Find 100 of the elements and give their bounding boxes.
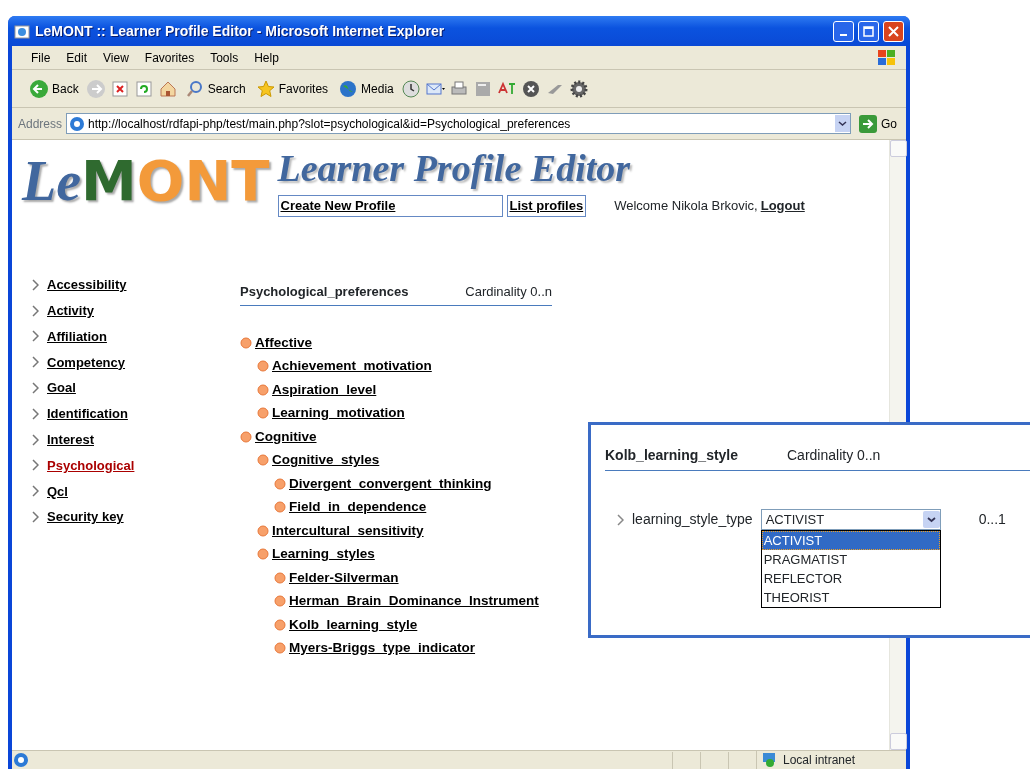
- welcome-text: Welcome Nikola Brkovic,: [614, 197, 758, 215]
- menu-item[interactable]: Help: [247, 48, 286, 67]
- list-profiles-link[interactable]: List profiles: [506, 195, 587, 217]
- logout-link[interactable]: Logout: [760, 196, 805, 216]
- bullet-icon: [257, 360, 269, 373]
- tree-item[interactable]: Achievement_motivation: [257, 354, 552, 378]
- refresh-icon[interactable]: [133, 78, 154, 99]
- tree-item[interactable]: Affective: [240, 331, 552, 355]
- address-label: Address: [18, 115, 63, 133]
- bullet-icon: [274, 571, 286, 584]
- tree-item[interactable]: Learning_styles: [257, 542, 552, 566]
- sidebar-item[interactable]: Interest: [32, 426, 240, 453]
- sidebar-item[interactable]: Qcl: [32, 478, 240, 505]
- chevron-icon: [32, 304, 39, 317]
- close-icon: [888, 25, 899, 37]
- maximize-button[interactable]: [858, 20, 879, 42]
- bullet-icon: [274, 595, 286, 608]
- back-icon: [29, 78, 49, 99]
- minimize-icon: [840, 34, 847, 36]
- search-icon: [184, 78, 205, 99]
- sidebar-item[interactable]: Affiliation: [32, 323, 240, 350]
- chevron-icon: [32, 382, 39, 395]
- tree-item[interactable]: Learning_motivation: [257, 401, 552, 425]
- back-button[interactable]: Back: [26, 76, 82, 101]
- bullet-icon: [274, 618, 286, 631]
- app-title: Learner Profile Editor: [277, 149, 632, 187]
- page-icon: [12, 752, 30, 768]
- create-profile-link[interactable]: Create New Profile: [277, 195, 503, 217]
- sidebar-item[interactable]: Security key: [32, 504, 240, 530]
- tree-item[interactable]: Felder-Silverman: [274, 566, 552, 590]
- chevron-icon: [32, 278, 39, 291]
- tree-item[interactable]: Kolb_learning_style: [274, 613, 552, 637]
- favorites-button[interactable]: Favorites: [252, 76, 332, 101]
- zone-text: Local intranet: [783, 752, 856, 769]
- dropdown-option[interactable]: THEORIST: [761, 588, 940, 607]
- maximize-icon: [863, 25, 874, 37]
- menu-item[interactable]: View: [96, 48, 136, 67]
- bullet-icon: [257, 524, 269, 537]
- range-text: 0...1: [978, 510, 1006, 529]
- chevron-icon: [32, 511, 39, 524]
- bullet-icon: [274, 477, 286, 490]
- field-label: learning_style_type: [632, 510, 753, 529]
- dropdown-option[interactable]: ACTIVIST: [761, 531, 940, 550]
- chevron-icon: [32, 459, 39, 472]
- stop-icon[interactable]: [109, 78, 130, 99]
- cardinality-text: Cardinality 0..n: [787, 446, 881, 465]
- address-field[interactable]: http://localhost/rdfapi-php/test/main.php?slot=psychological&id=Psychological_preferences: [66, 113, 851, 134]
- chevron-icon: [32, 356, 39, 369]
- tree-item[interactable]: Field_in_dependence: [274, 495, 552, 519]
- search-button[interactable]: Search: [181, 76, 249, 101]
- sidebar-item[interactable]: Identification: [32, 401, 240, 427]
- bullet-icon: [274, 642, 286, 655]
- bullet-icon: [257, 407, 269, 420]
- chevron-icon: [32, 433, 39, 446]
- sidebar-item[interactable]: Competency: [32, 349, 240, 376]
- minimize-button[interactable]: [833, 20, 854, 42]
- settings-icon[interactable]: [568, 78, 589, 99]
- sidebar-item[interactable]: Psychological: [32, 452, 240, 479]
- star-icon: [255, 78, 276, 99]
- browser-icon: [14, 23, 30, 40]
- close-circle-icon[interactable]: [520, 78, 541, 99]
- menu-item[interactable]: File: [24, 48, 58, 67]
- cardinality-text: Cardinality 0..n: [465, 282, 552, 301]
- section-title: Psychological_preferences: [240, 282, 409, 301]
- menu-item[interactable]: Favorites: [137, 48, 202, 67]
- history-icon[interactable]: [400, 78, 421, 99]
- sidebar-item[interactable]: Accessibility: [32, 272, 240, 298]
- sidebar-item[interactable]: Activity: [32, 297, 240, 324]
- bullet-icon: [274, 501, 286, 514]
- tree-item[interactable]: Myers-Briggs_type_indicator: [274, 636, 552, 660]
- tree-item[interactable]: Cognitive_styles: [257, 448, 552, 472]
- bullet-icon: [240, 430, 252, 443]
- logo: LeMONT: [22, 153, 270, 209]
- tree-item[interactable]: Aspiration_level: [257, 378, 552, 402]
- menu-item[interactable]: Edit: [59, 48, 95, 67]
- popup-title: Kolb_learning_style: [605, 446, 740, 465]
- media-button[interactable]: Media: [335, 76, 397, 101]
- dropdown-list[interactable]: ACTIVIST PRAGMATIST REFLECTOR THEORIST: [760, 530, 941, 608]
- tree-item[interactable]: Intercultural_sensitivity: [257, 519, 552, 543]
- windows-flag-icon: [876, 47, 898, 68]
- page-icon: [69, 115, 86, 132]
- tree-item[interactable]: Divergent_convergent_thinking: [274, 472, 552, 496]
- globe-icon: [338, 78, 359, 99]
- dropdown-option[interactable]: PRAGMATIST: [761, 550, 940, 569]
- chevron-icon: [32, 407, 39, 420]
- close-button[interactable]: [883, 20, 904, 42]
- chevron-icon: [32, 330, 39, 343]
- bullet-icon: [257, 548, 269, 561]
- go-button[interactable]: Go: [855, 111, 900, 136]
- select-field[interactable]: ACTIVIST: [760, 509, 941, 530]
- window-title: LeMONT :: Learner Profile Editor - Microsoft Internet Explorer: [35, 21, 445, 41]
- tree-item[interactable]: Cognitive: [240, 425, 552, 449]
- tree-item[interactable]: Herman_Brain_Dominance_Instrument: [274, 589, 552, 613]
- menu-item[interactable]: Tools: [203, 48, 246, 67]
- sidebar-item[interactable]: Goal: [32, 375, 240, 401]
- bullet-icon: [257, 383, 269, 396]
- bullet-icon: [257, 454, 269, 467]
- chevron-icon: [32, 485, 39, 498]
- dropdown-option[interactable]: REFLECTOR: [761, 569, 940, 588]
- bullet-icon: [240, 336, 252, 349]
